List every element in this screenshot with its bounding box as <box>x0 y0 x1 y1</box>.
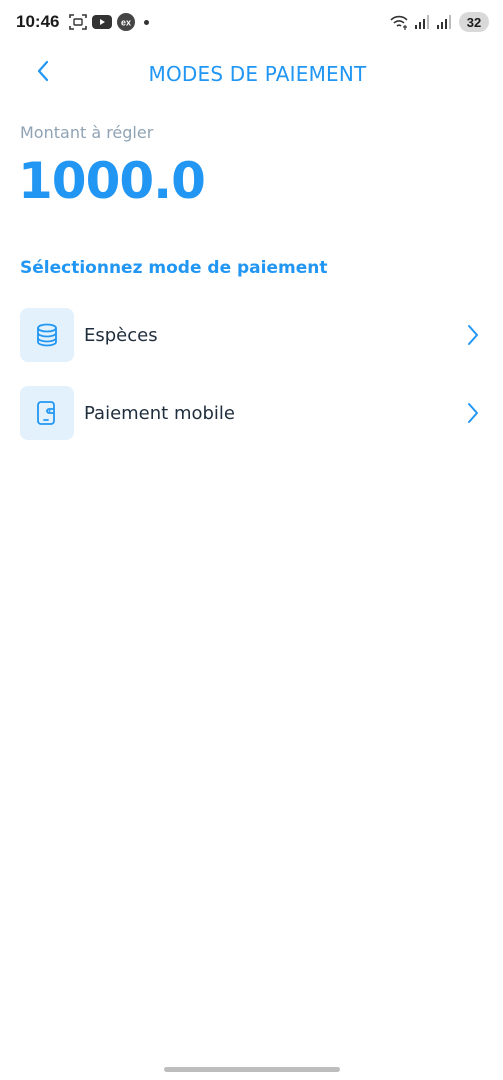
app-header: MODES DE PAIEMENT <box>0 52 503 96</box>
wifi-icon <box>389 14 409 30</box>
section-title: Sélectionnez mode de paiement <box>20 258 328 278</box>
status-system-icons: 32 <box>389 12 489 32</box>
payment-method-list: Espèces Paiement mobile <box>0 296 503 452</box>
mobile-wallet-icon <box>33 399 61 427</box>
status-bar: 10:46 ex 32 <box>0 0 503 44</box>
youtube-icon <box>92 15 113 29</box>
status-time: 10:46 <box>16 12 60 31</box>
chevron-right-icon <box>467 324 479 346</box>
signal-icon <box>437 15 453 29</box>
battery-icon: 32 <box>459 12 489 32</box>
payment-method-cash[interactable]: Espèces <box>0 296 503 374</box>
svg-text:ex: ex <box>121 18 131 28</box>
method-icon-container <box>20 308 74 362</box>
chevron-right-icon <box>467 402 479 424</box>
status-notification-icons: ex <box>69 13 150 31</box>
home-indicator[interactable] <box>164 1067 340 1072</box>
payment-method-mobile[interactable]: Paiement mobile <box>0 374 503 452</box>
payment-method-label: Paiement mobile <box>84 402 235 424</box>
method-icon-container <box>20 386 74 440</box>
payment-method-label: Espèces <box>84 324 158 346</box>
coins-icon <box>33 321 61 349</box>
amount-value: 1000.0 <box>18 152 206 210</box>
page-title: MODES DE PAIEMENT <box>148 62 367 86</box>
screenshot-icon <box>69 14 88 30</box>
amount-label: Montant à régler <box>20 123 154 142</box>
notification-dot <box>144 19 150 25</box>
signal-icon <box>415 15 431 29</box>
payment-modes-screen: 10:46 ex 32 MODES DE PAIEMENT Montant à … <box>0 0 503 1080</box>
ex-app-icon: ex <box>117 13 136 31</box>
